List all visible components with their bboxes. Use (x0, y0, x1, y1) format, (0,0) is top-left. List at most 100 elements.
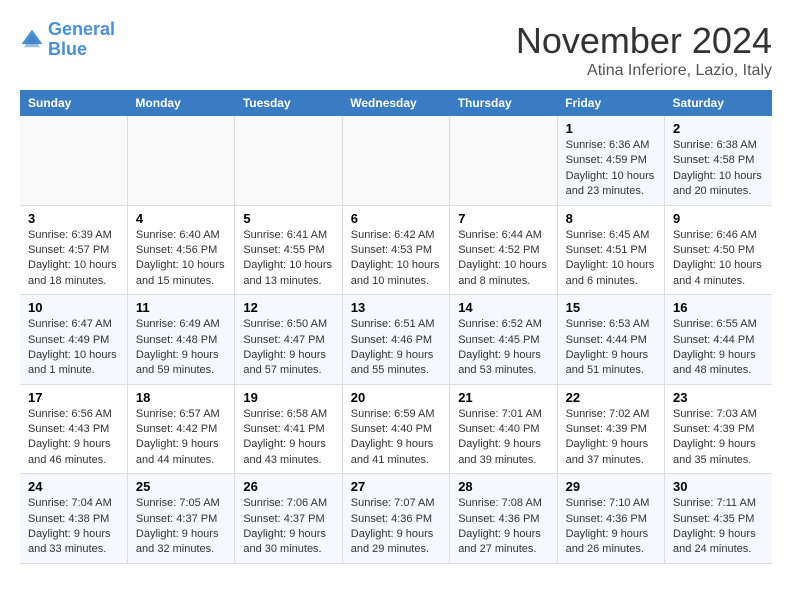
day-info: Sunrise: 6:36 AMSunset: 4:59 PMDaylight:… (566, 138, 656, 200)
day-info: Sunrise: 6:44 AMSunset: 4:52 PMDaylight:… (458, 228, 548, 290)
day-number: 8 (566, 211, 656, 226)
day-info: Sunrise: 7:03 AMSunset: 4:39 PMDaylight:… (673, 407, 764, 469)
table-row (127, 116, 234, 205)
table-row: 5 Sunrise: 6:41 AMSunset: 4:55 PMDaylight… (235, 205, 342, 295)
day-info: Sunrise: 6:51 AMSunset: 4:46 PMDaylight:… (351, 317, 441, 379)
day-info: Sunrise: 6:47 AMSunset: 4:49 PMDaylight:… (28, 317, 119, 379)
table-row (20, 116, 127, 205)
header-wednesday: Wednesday (342, 90, 449, 116)
day-number: 25 (136, 479, 226, 494)
page-header: General Blue November 2024 Atina Inferio… (20, 20, 772, 80)
day-number: 7 (458, 211, 548, 226)
table-row: 24Sunrise: 7:04 AMSunset: 4:38 PMDayligh… (20, 474, 127, 564)
day-number: 23 (673, 390, 764, 405)
day-number: 29 (566, 479, 656, 494)
table-row (342, 116, 449, 205)
day-number: 20 (351, 390, 441, 405)
day-number: 22 (566, 390, 656, 405)
calendar-week-row: 3 Sunrise: 6:39 AMSunset: 4:57 PMDaylight… (20, 205, 772, 295)
day-info: Sunrise: 6:58 AMSunset: 4:41 PMDaylight:… (243, 407, 333, 469)
day-info: Sunrise: 6:40 AMSunset: 4:56 PMDaylight:… (136, 228, 226, 290)
calendar-week-row: 17 Sunrise: 6:56 AMSunset: 4:43 PMDayligh… (20, 384, 772, 474)
day-info: Sunrise: 7:06 AMSunset: 4:37 PMDaylight:… (243, 496, 333, 558)
day-number: 5 (243, 211, 333, 226)
day-info: Sunrise: 6:50 AMSunset: 4:47 PMDaylight:… (243, 317, 333, 379)
header-saturday: Saturday (665, 90, 772, 116)
logo: General Blue (20, 20, 115, 60)
day-info: Sunrise: 6:57 AMSunset: 4:42 PMDaylight:… (136, 407, 226, 469)
table-row: 11Sunrise: 6:49 AMSunset: 4:48 PMDayligh… (127, 295, 234, 385)
day-info: Sunrise: 7:11 AMSunset: 4:35 PMDaylight:… (673, 496, 764, 558)
title-section: November 2024 Atina Inferiore, Lazio, It… (516, 20, 772, 80)
day-info: Sunrise: 6:55 AMSunset: 4:44 PMDaylight:… (673, 317, 764, 379)
header-thursday: Thursday (450, 90, 557, 116)
day-info: Sunrise: 7:07 AMSunset: 4:36 PMDaylight:… (351, 496, 441, 558)
table-row: 4Sunrise: 6:40 AMSunset: 4:56 PMDaylight… (127, 205, 234, 295)
month-title: November 2024 (516, 20, 772, 62)
table-row: 15 Sunrise: 6:53 AMSunset: 4:44 PMDayligh… (557, 295, 664, 385)
logo-icon (20, 28, 44, 52)
table-row: 21 Sunrise: 7:01 AMSunset: 4:40 PMDayligh… (450, 384, 557, 474)
location-title: Atina Inferiore, Lazio, Italy (516, 62, 772, 80)
day-number: 17 (28, 390, 119, 405)
day-info: Sunrise: 7:01 AMSunset: 4:40 PMDaylight:… (458, 407, 548, 469)
header-tuesday: Tuesday (235, 90, 342, 116)
day-info: Sunrise: 7:10 AMSunset: 4:36 PMDaylight:… (566, 496, 656, 558)
day-number: 6 (351, 211, 441, 226)
table-row: 30 Sunrise: 7:11 AMSunset: 4:35 PMDayligh… (665, 474, 772, 564)
table-row: 17 Sunrise: 6:56 AMSunset: 4:43 PMDayligh… (20, 384, 127, 474)
table-row: 29 Sunrise: 7:10 AMSunset: 4:36 PMDayligh… (557, 474, 664, 564)
logo-text-line2: Blue (48, 40, 115, 60)
day-number: 3 (28, 211, 119, 226)
day-number: 28 (458, 479, 548, 494)
calendar-week-row: 10 Sunrise: 6:47 AMSunset: 4:49 PMDayligh… (20, 295, 772, 385)
logo-text-line1: General (48, 20, 115, 40)
table-row: 7 Sunrise: 6:44 AMSunset: 4:52 PMDaylight… (450, 205, 557, 295)
day-number: 10 (28, 300, 119, 315)
table-row (235, 116, 342, 205)
table-row: 19 Sunrise: 6:58 AMSunset: 4:41 PMDayligh… (235, 384, 342, 474)
day-info: Sunrise: 6:42 AMSunset: 4:53 PMDaylight:… (351, 228, 441, 290)
day-info: Sunrise: 6:59 AMSunset: 4:40 PMDaylight:… (351, 407, 441, 469)
table-row: 1 Sunrise: 6:36 AMSunset: 4:59 PMDaylight… (557, 116, 664, 205)
table-row: 13 Sunrise: 6:51 AMSunset: 4:46 PMDayligh… (342, 295, 449, 385)
day-info: Sunrise: 6:56 AMSunset: 4:43 PMDaylight:… (28, 407, 119, 469)
day-info: Sunrise: 6:38 AMSunset: 4:58 PMDaylight:… (673, 138, 764, 200)
day-number: 19 (243, 390, 333, 405)
day-number: 15 (566, 300, 656, 315)
table-row: 8 Sunrise: 6:45 AMSunset: 4:51 PMDaylight… (557, 205, 664, 295)
day-number: 12 (243, 300, 333, 315)
table-row: 16 Sunrise: 6:55 AMSunset: 4:44 PMDayligh… (665, 295, 772, 385)
table-row: 26 Sunrise: 7:06 AMSunset: 4:37 PMDayligh… (235, 474, 342, 564)
day-info: Sunrise: 6:41 AMSunset: 4:55 PMDaylight:… (243, 228, 333, 290)
table-row: 25Sunrise: 7:05 AMSunset: 4:37 PMDayligh… (127, 474, 234, 564)
day-number: 16 (673, 300, 764, 315)
table-row: 28 Sunrise: 7:08 AMSunset: 4:36 PMDayligh… (450, 474, 557, 564)
table-row: 14 Sunrise: 6:52 AMSunset: 4:45 PMDayligh… (450, 295, 557, 385)
day-info: Sunrise: 7:02 AMSunset: 4:39 PMDaylight:… (566, 407, 656, 469)
day-number: 27 (351, 479, 441, 494)
day-info: Sunrise: 6:45 AMSunset: 4:51 PMDaylight:… (566, 228, 656, 290)
day-info: Sunrise: 6:39 AMSunset: 4:57 PMDaylight:… (28, 228, 119, 290)
day-number: 1 (566, 121, 656, 136)
day-info: Sunrise: 6:52 AMSunset: 4:45 PMDaylight:… (458, 317, 548, 379)
day-info: Sunrise: 6:53 AMSunset: 4:44 PMDaylight:… (566, 317, 656, 379)
day-number: 30 (673, 479, 764, 494)
table-row: 3 Sunrise: 6:39 AMSunset: 4:57 PMDaylight… (20, 205, 127, 295)
day-info: Sunrise: 7:08 AMSunset: 4:36 PMDaylight:… (458, 496, 548, 558)
table-row (450, 116, 557, 205)
day-number: 13 (351, 300, 441, 315)
calendar-week-row: 1 Sunrise: 6:36 AMSunset: 4:59 PMDaylight… (20, 116, 772, 205)
table-row: 6 Sunrise: 6:42 AMSunset: 4:53 PMDaylight… (342, 205, 449, 295)
day-number: 21 (458, 390, 548, 405)
table-row: 23 Sunrise: 7:03 AMSunset: 4:39 PMDayligh… (665, 384, 772, 474)
day-number: 9 (673, 211, 764, 226)
table-row: 10 Sunrise: 6:47 AMSunset: 4:49 PMDayligh… (20, 295, 127, 385)
calendar-week-row: 24Sunrise: 7:04 AMSunset: 4:38 PMDayligh… (20, 474, 772, 564)
day-number: 14 (458, 300, 548, 315)
table-row: 27 Sunrise: 7:07 AMSunset: 4:36 PMDayligh… (342, 474, 449, 564)
day-number: 11 (136, 300, 226, 315)
table-row: 2Sunrise: 6:38 AMSunset: 4:58 PMDaylight… (665, 116, 772, 205)
weekday-header-row: Sunday Monday Tuesday Wednesday Thursday… (20, 90, 772, 116)
day-number: 26 (243, 479, 333, 494)
